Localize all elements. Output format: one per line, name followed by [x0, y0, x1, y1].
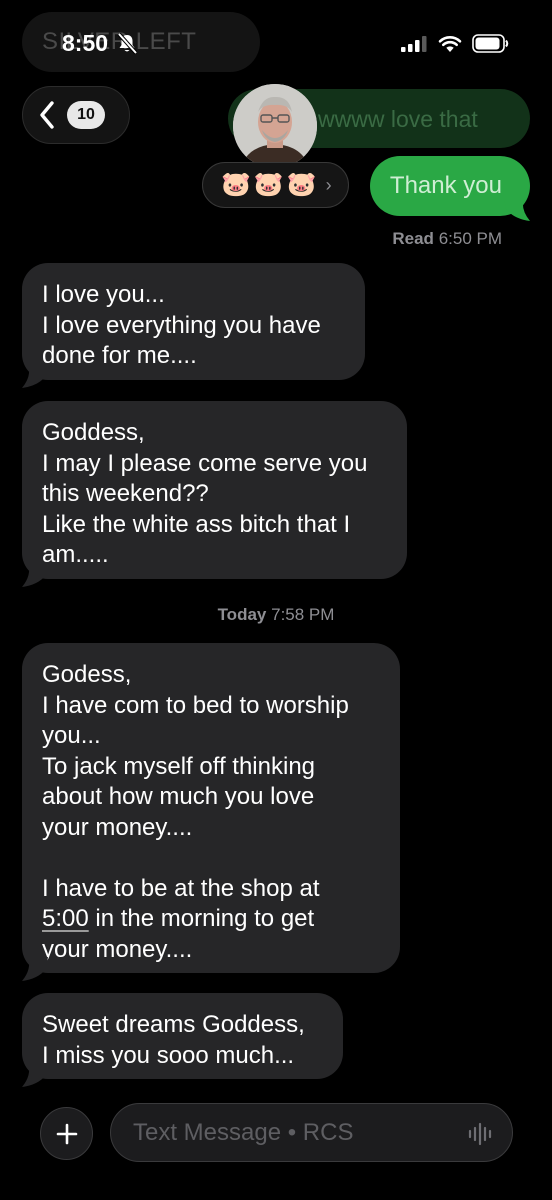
message-line: your money.... — [42, 813, 193, 841]
message-line: I have to be at the shop at — [42, 874, 320, 902]
timestamp-day: Today — [217, 605, 267, 624]
status-icons — [401, 34, 510, 53]
previous-outgoing-text: wwww love that — [318, 106, 478, 132]
message-input-placeholder: Text Message • RCS — [133, 1118, 354, 1146]
message-line: Goddess, — [42, 419, 145, 446]
chevron-right-icon: › — [325, 174, 332, 195]
timestamp-time: 7:58 PM — [271, 605, 335, 624]
message-line: I love you... — [42, 281, 165, 308]
bell-slash-icon — [117, 33, 137, 55]
incoming-bubble-tail — [22, 563, 48, 587]
message-line: I love everything you have — [42, 311, 321, 339]
add-attachment-button[interactable] — [40, 1107, 93, 1160]
incoming-bubble-tail — [22, 957, 48, 981]
signal-icon — [401, 35, 427, 52]
message-line-rest: in the morning to get — [88, 905, 315, 932]
read-receipt: Read 6:50 PM — [392, 229, 502, 249]
pig-reaction-icon: 🐷 — [253, 171, 284, 198]
unread-count-badge: 10 — [67, 101, 105, 129]
message-input[interactable]: Text Message • RCS — [110, 1103, 513, 1162]
time-link[interactable]: 5:00 — [42, 905, 89, 932]
back-button[interactable]: 10 — [22, 86, 130, 144]
incoming-message-bubble[interactable]: Godess, I have com to bed to worship you… — [22, 643, 400, 973]
battery-icon — [472, 34, 509, 53]
message-line: I miss you sooo much... — [42, 1041, 295, 1069]
plus-icon — [56, 1123, 77, 1144]
outgoing-bubble-tail — [504, 197, 530, 221]
reactions-pill[interactable]: 🐷 🐷 🐷 › — [202, 162, 349, 208]
message-line: I may I please come serve you — [42, 449, 368, 477]
contact-avatar[interactable] — [233, 84, 317, 168]
pig-reaction-icon: 🐷 — [221, 171, 251, 198]
outgoing-message-text: Thank you — [389, 172, 502, 199]
message-line: To jack myself off thinking — [42, 752, 316, 780]
read-time: 6:50 PM — [438, 229, 502, 248]
incoming-message-bubble[interactable]: Sweet dreams Goddess, I miss you sooo mu… — [22, 993, 343, 1079]
incoming-message-bubble[interactable]: I love you... I love everything you have… — [22, 263, 365, 380]
status-time: 8:50 — [62, 30, 109, 56]
message-line: about how much you love — [42, 783, 315, 810]
message-line: Sweet dreams Goddess, — [42, 1011, 305, 1038]
message-line: Like the white ass bitch that I — [42, 510, 351, 538]
incoming-message-bubble[interactable]: Goddess, I may I please come serve you t… — [22, 401, 407, 579]
message-line: done for me.... — [42, 342, 197, 369]
message-line: Godess, — [42, 661, 132, 688]
avatar-portrait — [233, 84, 317, 168]
message-line: I have com to bed to worship — [42, 691, 349, 719]
timestamp-divider: Today 7:58 PM — [0, 605, 552, 625]
message-line: your money.... — [42, 935, 193, 963]
message-line: this weekend?? — [42, 480, 209, 507]
message-line: am..... — [42, 541, 109, 568]
message-line: you... — [42, 722, 101, 749]
message-line: 5:00 in the morning to get — [42, 904, 380, 935]
incoming-bubble-tail — [22, 1063, 48, 1087]
waveform-icon[interactable] — [468, 1122, 494, 1146]
chevron-left-icon — [40, 101, 54, 129]
wifi-icon — [438, 35, 462, 52]
incoming-bubble-tail — [22, 364, 48, 388]
read-label: Read — [392, 229, 434, 248]
pig-reaction-icon: 🐷 — [286, 171, 317, 198]
